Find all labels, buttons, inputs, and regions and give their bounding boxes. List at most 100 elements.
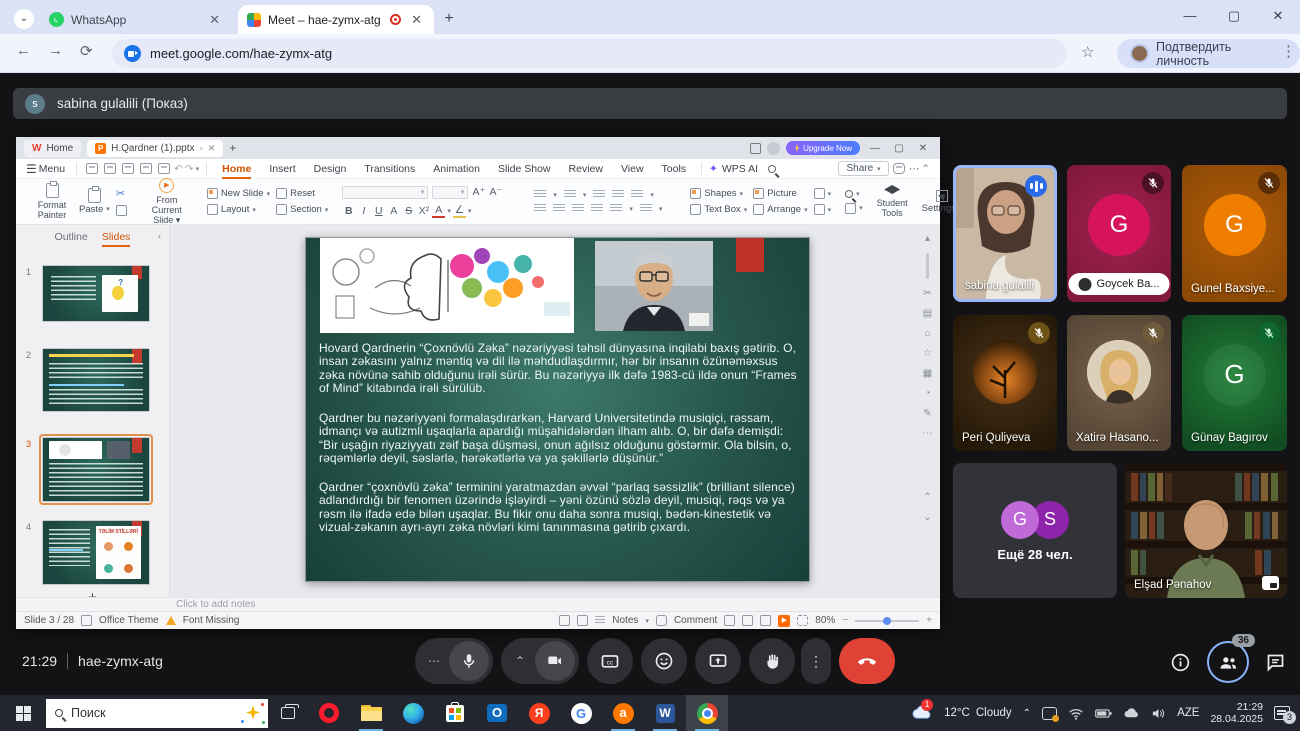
weather-condition[interactable]: Cloudy [976,707,1012,719]
ribbon-search-icon[interactable] [768,165,776,173]
align-right-icon[interactable] [572,204,584,213]
taskbar-chrome[interactable] [686,695,728,731]
superscript-button[interactable]: X² [417,205,430,217]
text-direction-icon[interactable] [631,190,643,199]
menu-home[interactable]: Home [214,163,259,175]
strikethrough-button[interactable]: S [402,205,415,217]
bullets-icon[interactable] [534,190,546,199]
close-button[interactable]: ✕ [1256,0,1300,34]
edit-tool-icon[interactable]: ✎ [923,408,931,419]
tab-outline[interactable]: Outline [55,231,88,247]
decrease-indent-icon[interactable] [593,190,605,199]
captions-button[interactable]: cc [587,638,633,684]
leave-call-button[interactable] [839,638,895,684]
taskbar-avast[interactable]: a [602,695,644,731]
paste-button[interactable]: Paste▾ [79,188,110,215]
start-button[interactable] [0,706,46,721]
menu-label[interactable]: Menu [39,163,65,175]
verify-identity-button[interactable]: Подтвердить личность [1117,39,1300,68]
camera-icon[interactable] [535,641,575,681]
wps-minimize-button[interactable]: — [866,143,884,154]
participant-tile-gunel[interactable]: G Gunel Baxsiye... [1182,165,1287,302]
more-options-button[interactable]: ⋮ [801,638,831,684]
taskbar-opera[interactable] [308,695,350,731]
from-current-slide-button[interactable]: ▶ From Current Slide ▾ [141,178,193,225]
spellcheck-icon[interactable] [559,615,570,626]
zoom-out-icon[interactable]: − [842,615,848,626]
notes-toggle-label[interactable]: Notes [612,615,638,626]
copy-icon[interactable] [116,205,127,216]
participants-panel-button[interactable]: 36 [1207,641,1249,683]
taskbar-google[interactable]: G [560,695,602,731]
next-slide-icon[interactable]: ⌄ [923,512,931,523]
align-center-icon[interactable] [553,204,565,213]
wps-close-button[interactable]: ✕ [914,143,932,154]
undo-icon[interactable]: ↶ [174,163,183,175]
wifi-icon[interactable] [1068,707,1084,720]
reset-button[interactable]: Reset [276,188,328,199]
menu-view[interactable]: View [613,163,652,175]
taskbar-outlook[interactable]: O [476,695,518,731]
align-left-icon[interactable] [534,204,546,213]
menu-review[interactable]: Review [561,163,611,175]
scroll-up-icon[interactable]: ▴ [925,233,930,244]
camera-options-icon[interactable]: ⌃ [505,654,535,668]
browser-tab-whatsapp[interactable]: WhatsApp ✕ [40,5,232,34]
tab-close-icon[interactable]: ✕ [408,12,425,28]
font-name-select[interactable]: ▾ [342,186,428,199]
columns-icon[interactable] [640,204,652,213]
participant-tile-gunay[interactable]: G Günay Bagırov [1182,315,1287,451]
zoom-level[interactable]: 80% [815,615,835,626]
menu-slide-show[interactable]: Slide Show [490,163,559,175]
tab-close-icon[interactable]: ✕ [208,143,216,154]
tab-preview-icon[interactable]: ▫ [200,143,203,153]
menu-tools[interactable]: Tools [654,163,695,175]
find-button[interactable]: ▾ [845,190,863,198]
save-icon[interactable] [104,163,116,174]
layout-button[interactable]: Layout▾ [207,204,270,215]
taskbar-store[interactable] [434,695,476,731]
text-shadow-button[interactable]: A [387,205,400,217]
taskbar-word[interactable]: W [644,695,686,731]
slide-thumbnail-4[interactable]: TƏLİM STİLLƏRİ [42,520,150,585]
collapse-panel-icon[interactable]: ‹ [158,231,161,241]
wps-restore-button[interactable]: ▢ [890,143,908,154]
tab-close-icon[interactable]: ✕ [206,12,223,28]
menu-transitions[interactable]: Transitions [356,163,423,175]
normal-view-icon[interactable] [724,615,735,626]
more-participants-tile[interactable]: G S Ещё 28 чел. [953,463,1117,598]
zoom-in-icon[interactable]: + [926,615,932,626]
comment-label[interactable]: Comment [674,615,717,626]
scrollbar-thumb[interactable] [926,253,929,279]
notes-toggle-icon[interactable] [595,616,605,625]
panes-button[interactable]: ▾ [845,203,863,214]
output-icon[interactable] [122,163,134,174]
menu-animation[interactable]: Animation [425,163,488,175]
hamburger-icon[interactable]: ☰ [26,162,37,176]
menu-design[interactable]: Design [306,163,355,175]
address-bar[interactable]: meet.google.com/hae-zymx-atg [112,39,1067,68]
star-tool-icon[interactable]: ☆ [923,348,932,359]
forward-icon[interactable]: → [48,42,63,59]
language-indicator[interactable]: AZE [1177,707,1199,719]
slide-thumbnail-3-selected[interactable] [42,437,150,502]
slide-3[interactable]: Hovard Qardnerin “Çoxnövlü Zəka” nəzəriy… [305,237,810,582]
tab-slides[interactable]: Slides [102,231,131,247]
taskbar-yandex[interactable]: Я [518,695,560,731]
camera-control-button[interactable]: ⌃ [501,638,579,684]
taskbar-search-box[interactable]: Поиск [46,699,268,728]
cut-icon[interactable]: ✂ [116,187,127,200]
text-box-button[interactable]: Text Box▾ [690,204,747,215]
participant-tile-goycek[interactable]: G Goycek Ba... [1067,165,1171,302]
grid-tool-icon[interactable]: ▦ [923,368,932,379]
present-screen-button[interactable] [695,638,741,684]
reactions-button[interactable] [641,638,687,684]
collapse-ribbon-icon[interactable]: ⌃ [921,163,930,175]
task-view-button[interactable] [268,707,308,719]
font-color-button[interactable]: A [432,204,445,218]
italic-button[interactable]: I [357,205,370,217]
slide-insert-icon[interactable]: ▾ [814,204,832,215]
share-button[interactable]: Share ▾ [838,161,888,176]
chat-panel-icon[interactable] [1265,652,1286,673]
menu-insert[interactable]: Insert [261,163,303,175]
